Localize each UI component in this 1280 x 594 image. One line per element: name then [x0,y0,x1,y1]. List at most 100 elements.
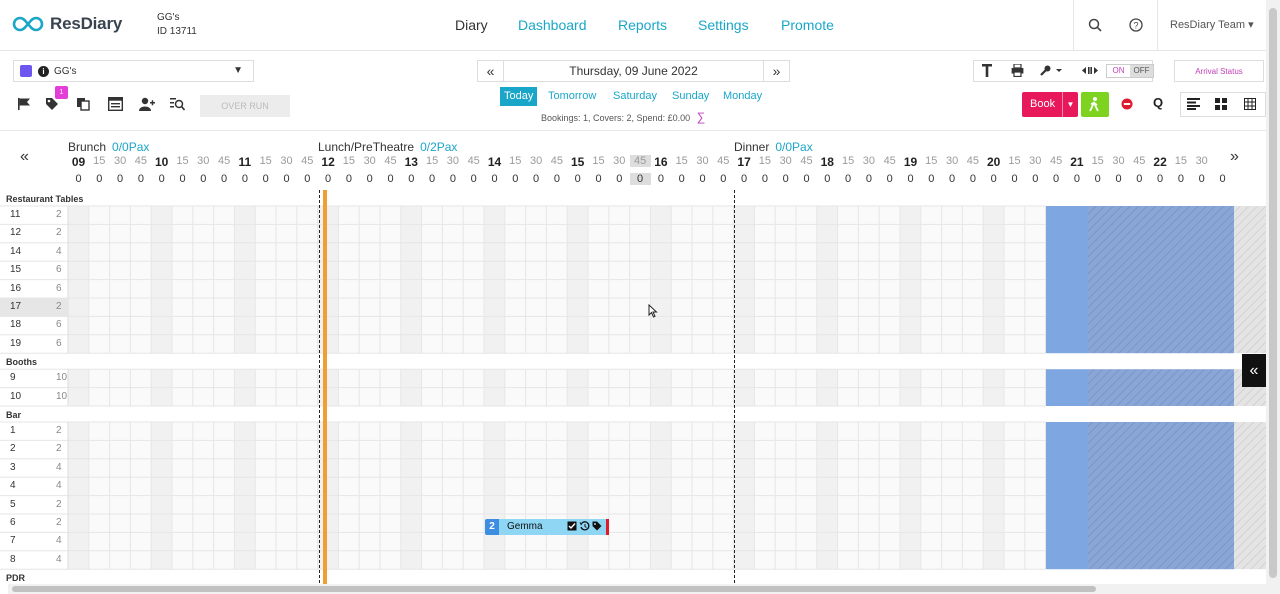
wrench-icon[interactable] [1039,64,1063,77]
timeline-cover-count: 0 [408,173,415,185]
timeline-view-icon[interactable] [1187,98,1200,110]
service-lunch[interactable]: Lunch/PreTheatre 0/2Pax [318,140,457,154]
table-number[interactable]: 4 [10,480,16,491]
nav-diary[interactable]: Diary [455,17,488,33]
timeline-cover-count: 0 [1157,173,1164,185]
booking-status-bar [606,519,609,535]
tag-icon[interactable] [45,97,59,111]
vertical-scrollbar-thumb[interactable] [1269,8,1277,578]
list-view-icon[interactable] [108,97,123,111]
quick-day-today[interactable]: Today [500,87,538,106]
help-icon[interactable]: ? [1129,18,1143,32]
walk-in-button[interactable] [1081,92,1109,117]
service-brunch[interactable]: Brunch 0/0Pax [68,140,149,154]
table-number[interactable]: 17 [10,301,21,312]
expand-horizontal-icon[interactable] [1082,66,1098,75]
infinity-logo-icon [12,16,44,32]
text-format-icon[interactable] [981,64,993,77]
nav-dashboard[interactable]: Dashboard [518,17,587,33]
nav-reports[interactable]: Reports [618,17,667,33]
table-view-icon[interactable] [1244,98,1256,110]
user-menu[interactable]: ResDiary Team ▾ [1170,18,1254,31]
toggle-on[interactable]: ON [1107,65,1130,77]
quick-day-tomorrow[interactable]: Tomorrow [544,87,600,106]
venue-color-swatch [20,65,32,77]
table-number[interactable]: 8 [10,554,16,565]
timeline-hour-label: 09 [71,155,86,169]
timeline-cover-count: 0 [761,173,768,185]
timeline-cover-count: 0 [699,173,706,185]
table-number[interactable]: 3 [10,462,16,473]
search-list-icon[interactable] [170,97,185,111]
timeline-minute-label: 15 [259,155,272,167]
flag-icon[interactable] [17,97,31,111]
resdiary-logo[interactable]: ResDiary [12,14,122,34]
venue-name: GG's [157,12,180,23]
timeline-cover-count: 0 [886,173,893,185]
grid-view-icon[interactable] [1215,98,1227,110]
table-number[interactable]: 18 [10,319,21,330]
timeline-cover-count: 0 [1094,173,1101,185]
history-icon [579,521,590,531]
quick-day-monday[interactable]: Monday [719,87,766,106]
timeline-cover-count: 0 [470,173,477,185]
nav-settings[interactable]: Settings [698,17,749,33]
horizontal-scrollbar-thumb[interactable] [12,586,1096,592]
next-date-button[interactable]: » [764,61,789,81]
table-number[interactable]: 14 [10,246,21,257]
table-number[interactable]: 10 [10,391,21,402]
timeline-cover-count: 0 [678,173,685,185]
on-off-toggle[interactable]: ON OFF [1106,64,1154,78]
over-run-button[interactable]: OVER RUN [200,95,290,117]
timeline-minute-label: 15 [425,155,439,167]
book-button[interactable]: Book ▼ [1022,92,1078,117]
table-number[interactable]: 9 [10,372,16,383]
print-icon[interactable] [1011,64,1024,77]
timeline-cover-count: 0 [429,173,436,185]
timeline-hour-label: 21 [1070,155,1084,169]
table-number[interactable]: 19 [10,338,21,349]
timeline-minute-label: 45 [550,155,564,167]
table-number[interactable]: 16 [10,283,21,294]
table-number[interactable]: 2 [10,443,16,454]
quick-day-saturday[interactable]: Saturday [609,87,661,106]
book-dropdown-caret-icon[interactable]: ▼ [1062,92,1078,117]
copy-icon[interactable] [76,97,90,111]
nav-promote[interactable]: Promote [781,17,834,33]
sigma-icon[interactable]: ∑ [697,110,706,124]
table-number[interactable]: 15 [10,264,21,275]
venue-select[interactable]: i GG's ▼ [13,60,254,82]
queue-button[interactable]: Q [1153,95,1163,110]
timeline-cover-count: 0 [574,173,581,185]
timeline-cover-count: 0 [533,173,540,185]
toggle-off[interactable]: OFF [1130,65,1153,77]
timeline-prev-button[interactable]: « [20,148,50,168]
quick-day-sunday[interactable]: Sunday [668,87,713,106]
prev-date-button[interactable]: « [478,61,503,81]
table-capacity: 6 [56,337,62,349]
table-number[interactable]: 12 [10,227,21,238]
table-number[interactable]: 5 [10,499,16,510]
timeline-hour-label: 19 [903,155,918,169]
timeline-cover-count: 0 [1198,173,1205,185]
table-number[interactable]: 7 [10,535,16,546]
timeline-cover-count: 0 [366,173,373,185]
collapse-panel-button[interactable]: « [1242,354,1266,387]
user-name: ResDiary Team [1170,19,1245,31]
table-number[interactable]: 6 [10,517,16,528]
booking-block[interactable]: 2 Gemma [485,519,609,535]
current-date[interactable]: Thursday, 09 June 2022 [503,61,764,81]
table-number[interactable]: 1 [10,425,16,436]
timeline-next-button[interactable]: » [1230,148,1260,168]
no-entry-icon[interactable] [1121,98,1133,110]
service-dinner[interactable]: Dinner 0/0Pax [734,140,813,154]
timeline-cover-count: 0 [824,173,831,185]
table-number[interactable]: 11 [10,209,20,220]
arrival-status-button[interactable]: Arrival Status [1174,60,1264,82]
table-capacity: 2 [56,209,62,220]
service-name: Lunch/PreTheatre [318,140,415,154]
search-icon[interactable] [1088,18,1102,32]
info-icon: i [38,65,49,77]
timeline-minute-label: 15 [675,155,688,167]
add-user-icon[interactable] [139,97,155,111]
